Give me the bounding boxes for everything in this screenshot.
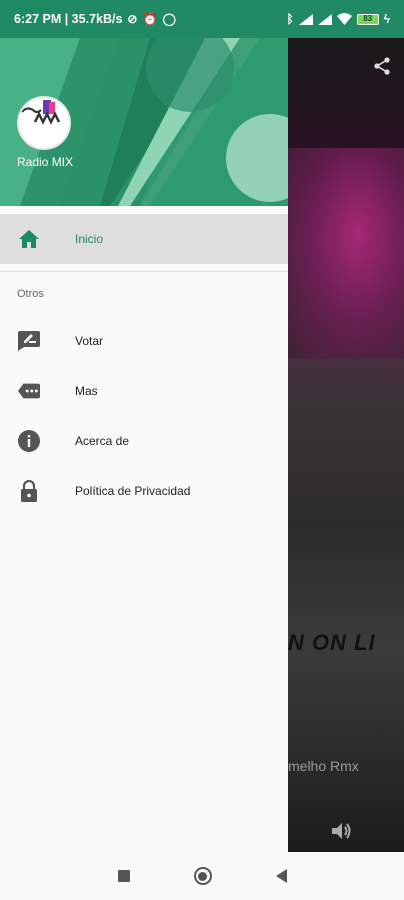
radio-mix-logo — [17, 96, 71, 150]
charging-icon: ϟ — [383, 12, 390, 26]
home-icon — [18, 228, 40, 250]
status-bar: 6:27 PM | 35.7kB/s ⊘ ⏰ ◯ ᛒ 83 ϟ — [0, 0, 404, 38]
menu-item-label: Mas — [75, 384, 98, 398]
menu-item-label: Acerca de — [75, 434, 130, 448]
menu-item-label: Votar — [75, 334, 104, 348]
menu-item-mas[interactable]: Mas — [0, 366, 288, 416]
alarm-icon: ⏰ — [142, 12, 158, 26]
menu-item-label: Política de Privacidad — [75, 484, 191, 498]
back-button[interactable] — [275, 869, 287, 883]
info-icon — [18, 430, 40, 452]
wifi-icon — [336, 13, 352, 25]
banner-text: N ON LI — [288, 630, 376, 655]
signal-icon — [298, 13, 313, 25]
background-app: N ON LI melho Rmx — [288, 38, 404, 852]
navigation-drawer: Radio MIX Inicio Otros Votar Mas Acerca … — [0, 38, 288, 852]
lock-icon — [18, 480, 40, 502]
more-label-icon — [18, 380, 40, 402]
logo-graphic — [21, 100, 61, 125]
app-name: Radio MIX — [17, 155, 74, 169]
bluetooth-icon: ᛒ — [286, 12, 294, 26]
system-nav-bar — [0, 852, 404, 900]
battery-icon: 83 — [356, 13, 379, 25]
signal-icon — [317, 13, 332, 25]
rate-review-icon — [18, 330, 40, 352]
whatsapp-icon: ◯ — [162, 12, 176, 26]
menu-item-inicio[interactable]: Inicio — [0, 214, 288, 264]
menu-item-acerca-de[interactable]: Acerca de — [0, 416, 288, 466]
battery-level: 83 — [363, 13, 373, 23]
drawer-header: Radio MIX — [0, 38, 288, 206]
menu-item-politica-de-privacidad[interactable]: Política de Privacidad — [0, 466, 288, 516]
menu-item-votar[interactable]: Votar — [0, 316, 288, 366]
home-button[interactable] — [193, 867, 212, 885]
menu-item-label: Inicio — [75, 232, 104, 246]
volume-icon[interactable] — [330, 820, 352, 848]
recents-button[interactable] — [117, 870, 130, 882]
status-time: 6:27 PM | 35.7kB/s — [14, 12, 123, 26]
section-title: Otros — [17, 288, 44, 300]
album-art — [288, 148, 404, 358]
sync-off-icon: ⊘ — [127, 12, 138, 26]
share-icon[interactable] — [372, 56, 392, 82]
track-title: melho Rmx — [288, 758, 359, 774]
